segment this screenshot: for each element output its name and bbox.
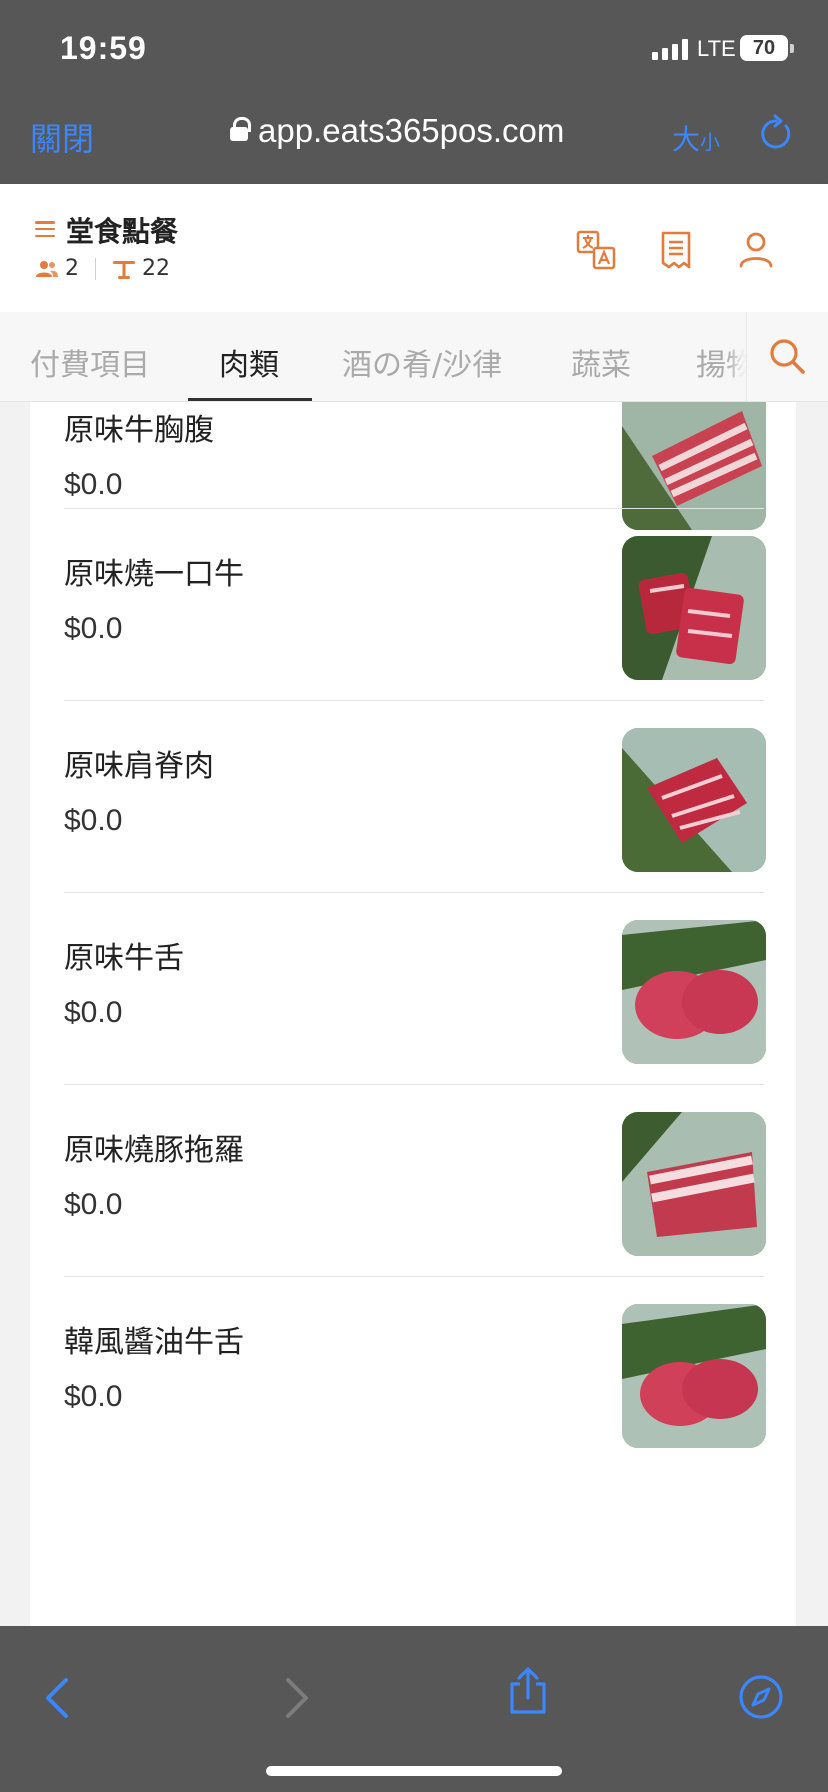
menu-item-list: 原味牛胸腹 $0.0 原味燒一口牛 $0.0 原味肩脊肉 $0.0 原味牛舌 $… [30,402,796,1626]
item-name: 韓風醬油牛舌 [64,1325,244,1360]
compass-icon[interactable] [738,1674,784,1720]
text-size-button[interactable]: 大小 [672,118,720,158]
page-title: 堂食點餐 [66,215,179,248]
item-price: $0.0 [64,996,123,1029]
menu-icon[interactable] [35,221,55,237]
item-divider [64,508,764,509]
item-photo [622,728,766,872]
battery-icon: 70 [740,35,794,61]
item-price: $0.0 [64,1188,123,1221]
item-divider [64,700,764,701]
menu-item[interactable]: 韓風醬油牛舌 $0.0 [30,1304,796,1537]
status-time: 19:59 [60,30,147,66]
reload-icon[interactable] [756,114,796,154]
translate-icon[interactable] [576,230,616,270]
table-icon [113,260,135,279]
guest-count: 2 [65,256,79,281]
item-divider [64,1084,764,1085]
address-field[interactable]: app.eats365pos.com [230,112,564,150]
order-meta: 2 22 [35,256,170,281]
item-divider [64,1276,764,1277]
close-button[interactable]: 關閉 [30,114,94,160]
app-header: 堂食點餐 2 22 [0,184,828,312]
tab-paid-items[interactable]: 付費項目 [30,340,150,384]
category-tabs: 付費項目 肉類 酒の肴/沙律 蔬菜 揚物 [0,312,828,402]
item-name: 原味燒一口牛 [64,557,244,592]
tab-snacks-salad[interactable]: 酒の肴/沙律 [342,340,502,384]
item-price: $0.0 [64,804,123,837]
status-bar: 19:59 LTE 70 [0,0,828,90]
search-icon [770,339,805,374]
item-price: $0.0 [64,468,123,501]
item-name: 原味燒豚拖羅 [64,1133,244,1168]
network-type: LTE [697,36,736,61]
share-icon[interactable] [506,1666,550,1716]
item-photo [622,1304,766,1448]
text-size-big: 大 [672,123,701,156]
item-photo [622,920,766,1064]
browser-url-bar: 關閉 app.eats365pos.com 大小 [0,90,828,184]
item-name: 原味牛舌 [64,941,184,976]
guests-icon [36,260,58,277]
search-button[interactable] [746,312,828,401]
account-icon[interactable] [736,230,776,270]
receipt-icon[interactable] [656,230,696,270]
meta-divider [95,257,96,280]
url-text: app.eats365pos.com [258,112,565,149]
item-name: 原味肩脊肉 [64,749,214,784]
item-name: 原味牛胸腹 [64,413,214,448]
forward-icon[interactable] [278,1676,314,1720]
text-size-small: 小 [700,130,721,154]
item-price: $0.0 [64,1380,123,1413]
tab-meat[interactable]: 肉類 [219,340,279,384]
item-photo [622,536,766,680]
item-photo [622,402,766,530]
item-divider [64,892,764,893]
home-indicator [266,1766,562,1776]
back-icon[interactable] [40,1676,76,1720]
item-price: $0.0 [64,612,123,645]
tab-vegetables[interactable]: 蔬菜 [571,340,631,384]
lock-icon [230,117,251,145]
item-photo [622,1112,766,1256]
signal-icon [652,38,688,60]
table-number: 22 [142,256,170,281]
